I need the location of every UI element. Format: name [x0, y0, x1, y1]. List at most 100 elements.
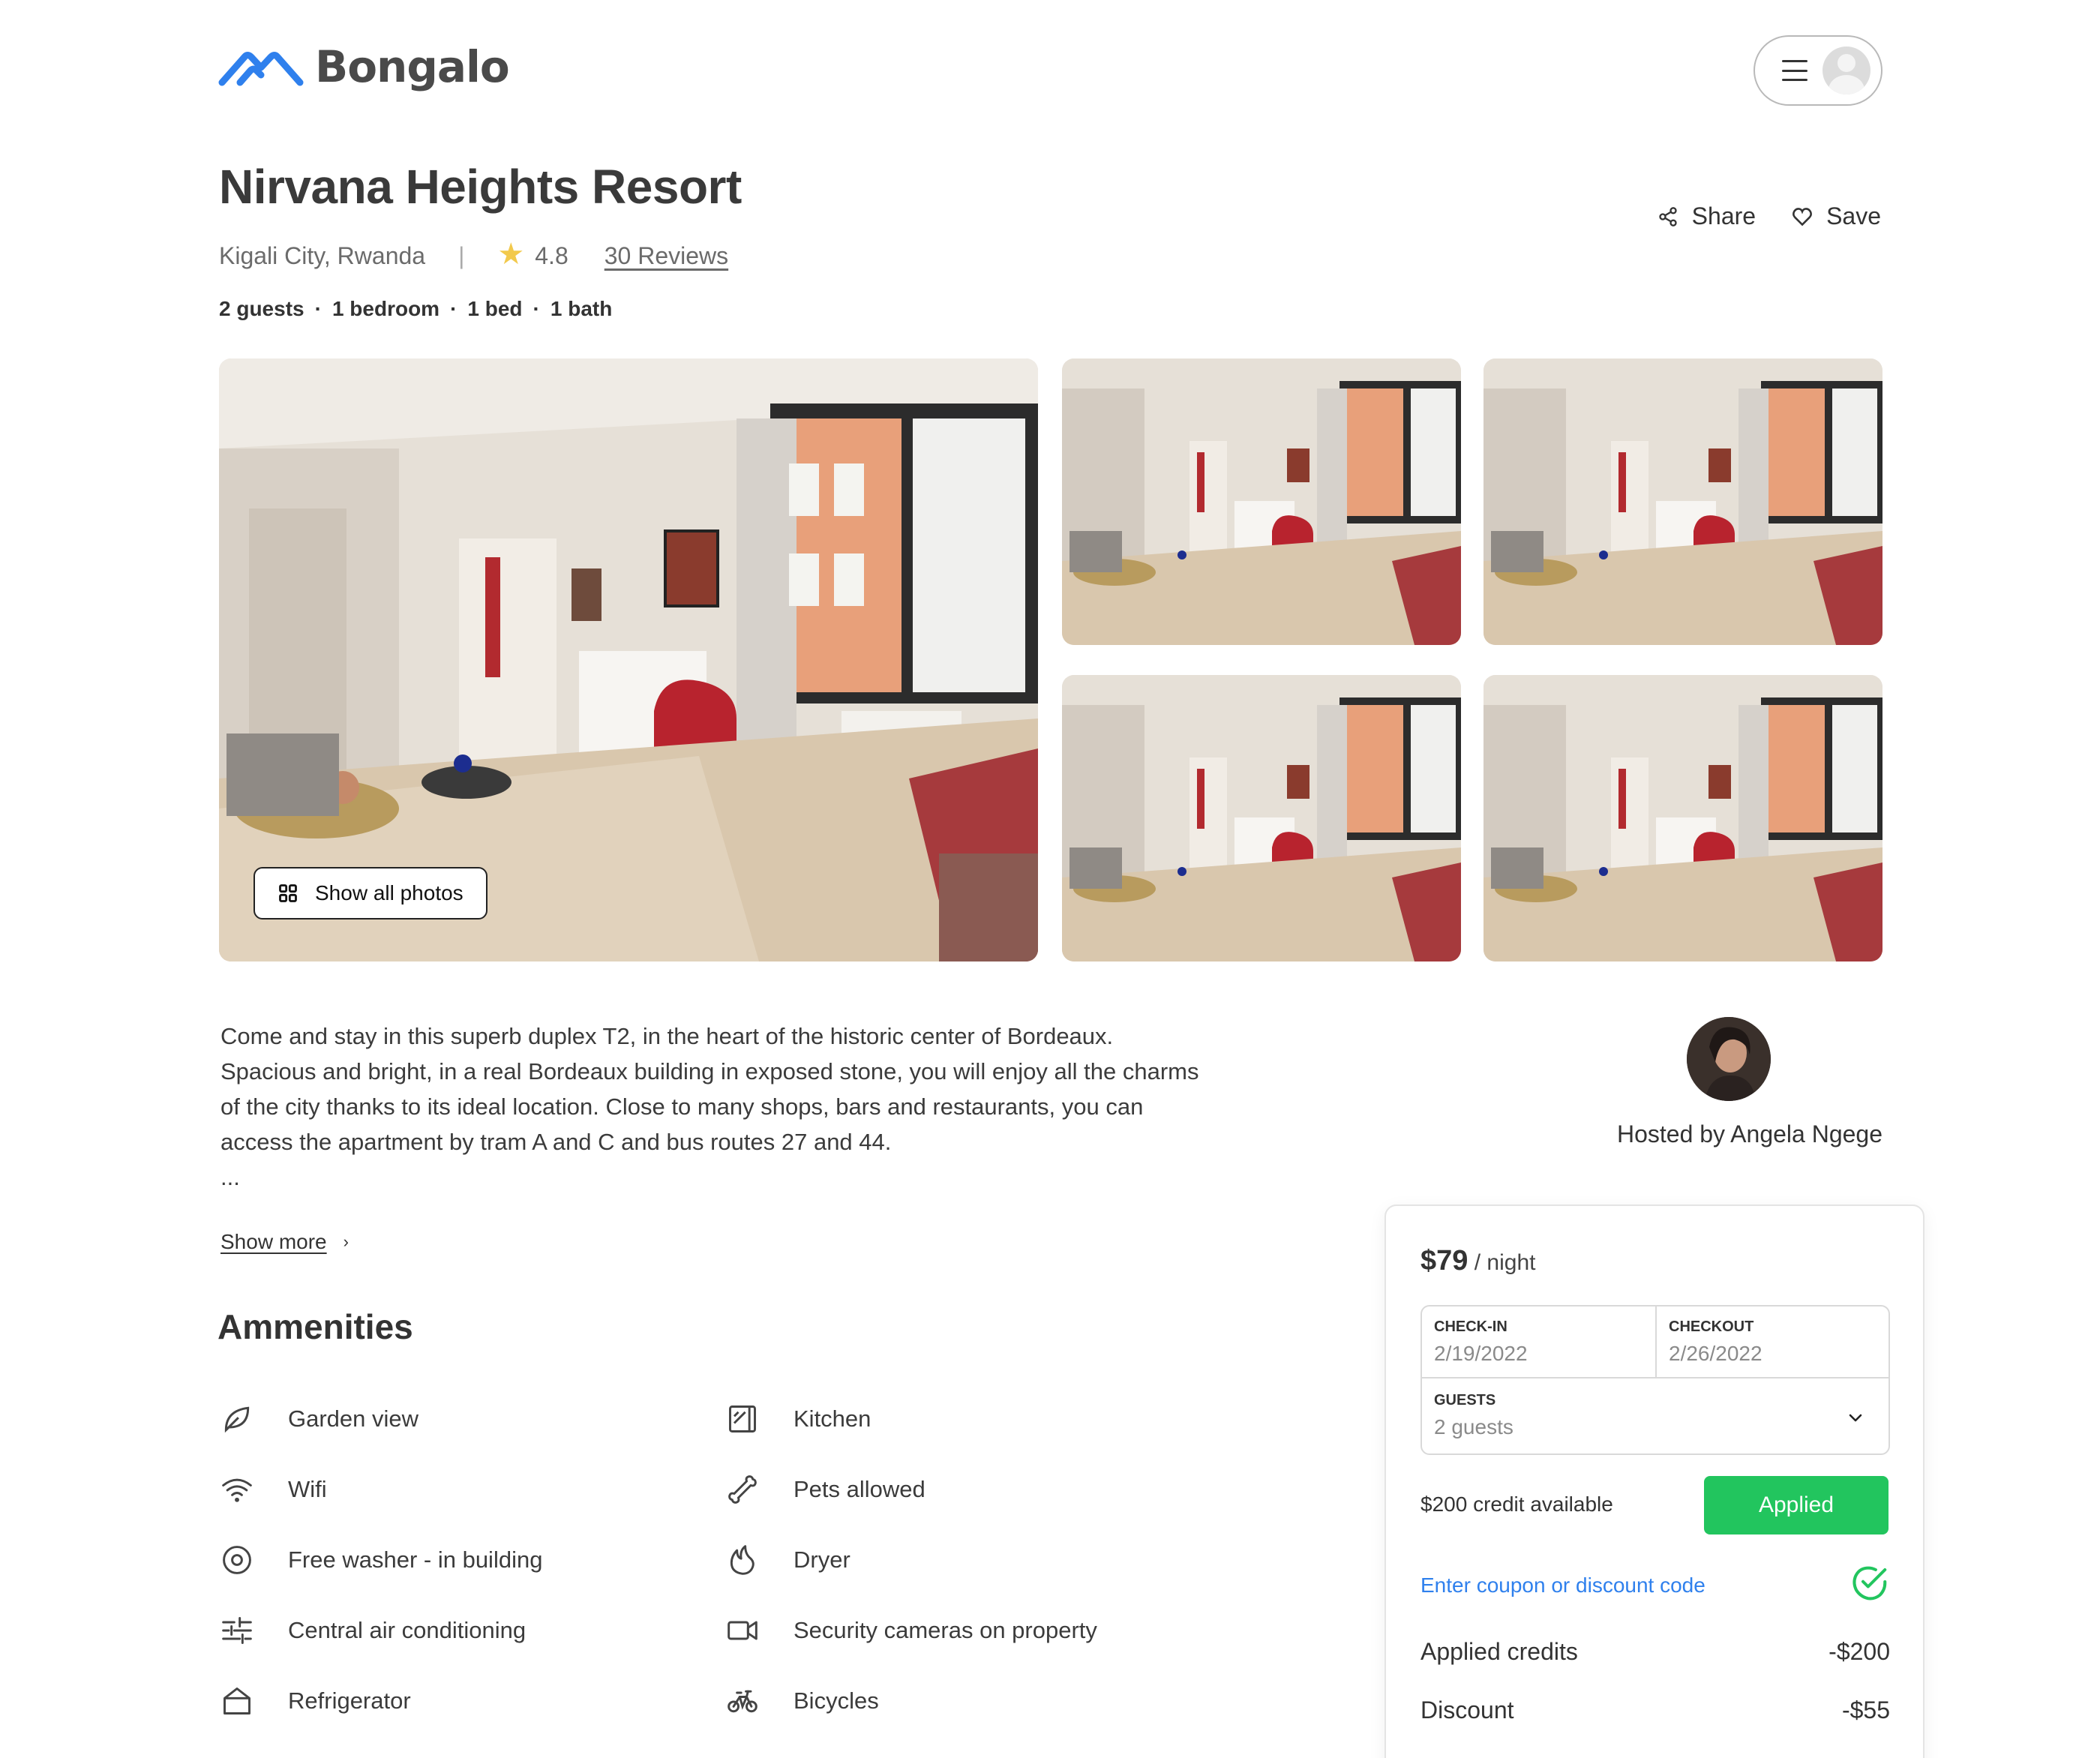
flame-icon	[730, 1545, 754, 1575]
chevron-right-icon: ›	[343, 1232, 349, 1251]
host-photo	[1687, 1017, 1771, 1101]
guests-label: GUESTS	[1434, 1392, 1496, 1408]
date-guest-selector: CHECK-IN 2/19/2022 CHECKOUT 2/26/2022 GU…	[1420, 1305, 1890, 1455]
checkin-value: 2/19/2022	[1434, 1342, 1528, 1365]
grid-icon	[279, 884, 297, 902]
listing-rating: 4.8	[535, 242, 568, 269]
amenity-washer: Free washer - in building	[220, 1538, 542, 1582]
gallery-photo[interactable]	[1484, 358, 1882, 645]
amenity-label: Dryer	[794, 1546, 850, 1573]
bicycle-icon	[728, 1690, 758, 1713]
amenity-garden-view: Garden view	[220, 1396, 418, 1442]
host-avatar[interactable]	[1687, 1017, 1771, 1101]
listing-description: Come and stay in this superb duplex T2, …	[220, 1018, 1210, 1195]
hamburger-icon	[1782, 60, 1808, 81]
applied-credits-value: -$200	[1828, 1638, 1890, 1665]
listing-title: Nirvana Heights Resort	[219, 160, 742, 214]
meta-separator: |	[458, 242, 465, 269]
amenity-bicycles: Bicycles	[726, 1678, 879, 1724]
reviews-link[interactable]: 30 Reviews	[604, 242, 728, 270]
user-avatar-icon	[1822, 46, 1870, 94]
show-all-photos-label: Show all photos	[315, 881, 464, 904]
amenity-wifi: Wifi	[220, 1467, 327, 1512]
amenity-label: Central air conditioning	[288, 1617, 526, 1643]
wifi-icon	[222, 1478, 252, 1502]
amenity-label: Pets allowed	[794, 1476, 926, 1502]
logo-roof-icon	[218, 52, 304, 86]
spec-dot: ·	[532, 297, 540, 320]
gallery-photo[interactable]	[1484, 675, 1882, 962]
amenity-label: Security cameras on property	[794, 1617, 1097, 1643]
checkout-field[interactable]: CHECKOUT 2/26/2022	[1657, 1306, 1892, 1378]
show-more-label: Show more	[220, 1230, 327, 1253]
applied-credits-label: Applied credits	[1420, 1638, 1578, 1665]
amenity-air-conditioning: Central air conditioning	[220, 1608, 526, 1653]
check-circle-icon	[1852, 1566, 1887, 1600]
gallery-photo[interactable]	[1062, 358, 1461, 645]
description-text: Come and stay in this superb duplex T2, …	[220, 1023, 1199, 1155]
listing-location: Kigali City, Rwanda	[219, 242, 426, 269]
discount-label: Discount	[1420, 1696, 1514, 1724]
air-conditioning-icon	[222, 1617, 252, 1644]
spec-guests: 2 guests	[219, 297, 304, 320]
show-more-link[interactable]: Show more ›	[220, 1230, 349, 1254]
amenity-label: Free washer - in building	[288, 1546, 543, 1573]
listing-meta: Kigali City, Rwanda | ★ 4.8 30 Reviews	[219, 238, 728, 273]
photo-gallery: Show all photos	[219, 358, 1882, 962]
amenity-label: Bicycles	[794, 1688, 879, 1714]
amenity-cameras: Security cameras on property	[726, 1608, 1097, 1653]
save-button[interactable]: Save	[1792, 202, 1881, 230]
amenity-label: Kitchen	[794, 1406, 872, 1432]
amenity-pets: Pets allowed	[726, 1467, 926, 1512]
spec-baths: 1 bath	[550, 297, 613, 320]
site-header: Bongalo	[218, 34, 1882, 109]
amenity-label: Wifi	[288, 1476, 327, 1502]
checkin-field[interactable]: CHECK-IN 2/19/2022	[1422, 1306, 1657, 1378]
discount-value: -$55	[1841, 1696, 1890, 1724]
save-label: Save	[1826, 202, 1881, 230]
amenities-title: Ammenities	[218, 1307, 413, 1346]
amenity-label: Refrigerator	[288, 1688, 411, 1714]
refrigerator-icon	[224, 1688, 250, 1714]
star-icon: ★	[497, 238, 525, 271]
gallery-photo[interactable]	[1062, 675, 1461, 962]
share-button[interactable]: Share	[1658, 202, 1756, 230]
credit-available: $200 credit available	[1420, 1492, 1613, 1516]
listing-specs: 2 guests · 1 bedroom · 1 bed · 1 bath	[219, 297, 612, 321]
discount-row: Discount -$55	[1420, 1696, 1890, 1724]
kitchen-icon	[729, 1406, 756, 1432]
amenity-label: Garden view	[288, 1406, 419, 1432]
main-photo[interactable]: Show all photos	[219, 358, 1038, 962]
user-menu-button[interactable]	[1754, 35, 1882, 106]
amenity-refrigerator: Refrigerator	[220, 1678, 411, 1724]
price-unit: / night	[1468, 1250, 1536, 1275]
spec-beds: 1 bed	[467, 297, 523, 320]
checkout-value: 2/26/2022	[1669, 1342, 1762, 1365]
bone-icon	[728, 1475, 757, 1504]
nightly-price: $79 / night	[1420, 1245, 1535, 1277]
share-icon	[1659, 206, 1677, 226]
show-all-photos-button[interactable]: Show all photos	[254, 867, 488, 920]
room-thumbnail	[1484, 358, 1882, 645]
washer-icon	[223, 1546, 251, 1574]
share-label: Share	[1691, 202, 1756, 230]
applied-credits-row: Applied credits -$200	[1420, 1638, 1890, 1666]
coupon-link[interactable]: Enter coupon or discount code	[1420, 1574, 1706, 1598]
host-name: Hosted by Angela Ngege	[1616, 1120, 1882, 1148]
applied-button[interactable]: Applied	[1704, 1476, 1888, 1534]
price-amount: $79	[1420, 1245, 1468, 1276]
chevron-down-icon	[1849, 1414, 1862, 1422]
listing-actions: Share Save	[1622, 202, 1881, 230]
guests-select[interactable]: GUESTS 2 guests	[1422, 1377, 1888, 1454]
guests-value: 2 guests	[1434, 1415, 1514, 1438]
brand-name: Bongalo	[315, 41, 510, 92]
camera-icon	[728, 1621, 758, 1640]
room-thumbnail	[1484, 675, 1882, 962]
checkout-label: CHECKOUT	[1669, 1318, 1754, 1335]
room-thumbnail	[1062, 675, 1461, 962]
brand-logo[interactable]: Bongalo	[218, 41, 510, 92]
room-thumbnail	[1062, 358, 1461, 645]
booking-card: $79 / night CHECK-IN 2/19/2022 CHECKOUT …	[1384, 1204, 1924, 1758]
description-ellipsis: ...	[220, 1164, 240, 1190]
leaf-icon	[224, 1406, 250, 1433]
